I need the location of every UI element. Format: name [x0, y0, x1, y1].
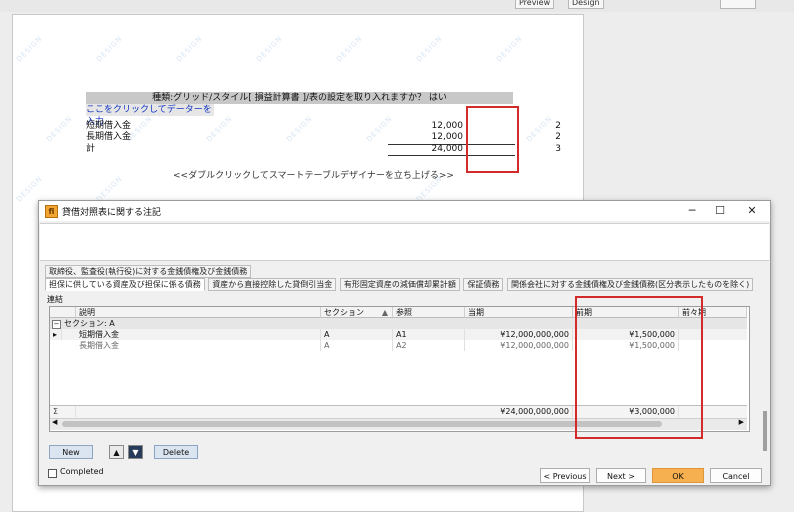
watermark: DESIGN: [255, 34, 284, 64]
highlight-box: [575, 296, 703, 439]
row-label: 長期借入金: [86, 132, 132, 142]
ok-button[interactable]: OK: [652, 468, 704, 483]
collapse-icon[interactable]: −: [52, 320, 61, 329]
close-icon[interactable]: ✕: [739, 203, 765, 219]
watermark: DESIGN: [95, 34, 124, 64]
dialog-title: 貸借対照表に関する注記: [62, 208, 162, 218]
watermark: DESIGN: [15, 34, 44, 64]
cell-section[interactable]: A: [321, 329, 393, 340]
move-down-icon[interactable]: ▼: [128, 445, 143, 459]
scroll-right-icon[interactable]: ▶: [739, 418, 744, 426]
doc-row: 長期借入金 12,000 2: [86, 132, 561, 143]
completed-label: Completed: [60, 467, 104, 476]
delete-button[interactable]: Delete: [154, 445, 198, 459]
tab-row-1: 取締役、監査役(執行役)に対する金銭債権及び金銭債務: [45, 265, 252, 278]
tab-directors-receivables[interactable]: 取締役、監査役(執行役)に対する金銭債権及び金銭債務: [45, 265, 252, 278]
scroll-left-icon[interactable]: ◀: [52, 418, 57, 426]
tab-affiliates[interactable]: 関係会社に対する金銭債権及び金銭債務(区分表示したものを除く): [506, 278, 754, 291]
cell-section[interactable]: A: [321, 340, 393, 351]
watermark: DESIGN: [495, 34, 524, 64]
watermark: DESIGN: [335, 34, 364, 64]
banner-text: 種類:グリッド/スタイル[ 損益計算書 ]/表の設定を取り入れますか？ はい: [152, 93, 447, 103]
group-label: セクション: A: [64, 319, 115, 328]
preview-button[interactable]: Preview: [515, 0, 555, 9]
doc-row: 短期借入金 12,000 2: [86, 121, 561, 132]
scroll-thumb[interactable]: [62, 421, 662, 427]
cancel-button[interactable]: Cancel: [710, 468, 762, 483]
minimize-icon[interactable]: ─: [679, 203, 705, 219]
sort-asc-icon: ▲: [381, 308, 388, 317]
title-bar: fi 貸借対照表に関する注記 ─ ☐ ✕: [39, 201, 770, 221]
highlight-box: [466, 106, 519, 173]
maximize-icon[interactable]: ☐: [707, 203, 733, 219]
column-header-ref[interactable]: 参照: [393, 307, 465, 318]
tab-allowance[interactable]: 資産から直接控除した貸倒引当金: [208, 278, 337, 291]
row-selector-icon: ▸: [50, 329, 62, 340]
note-text-area[interactable]: [40, 223, 769, 261]
zoom-box[interactable]: [720, 0, 756, 9]
watermark: DESIGN: [415, 34, 444, 64]
doc-total-row: 計 24,000 3: [86, 144, 561, 155]
column-header-desc[interactable]: 説明: [76, 307, 321, 318]
next-button[interactable]: Next >: [596, 468, 646, 483]
import-banner[interactable]: 種類:グリッド/スタイル[ 損益計算書 ]/表の設定を取り入れますか？ はい: [86, 92, 513, 104]
top-toolbar: Preview Design: [0, 0, 794, 12]
row-amount: 12,000: [431, 121, 464, 131]
cell-desc[interactable]: 短期借入金: [76, 329, 321, 340]
row-label: 計: [86, 144, 96, 154]
watermark: DESIGN: [175, 34, 204, 64]
column-header-section[interactable]: セクション ▲: [321, 307, 393, 318]
tab-guarantees[interactable]: 保証債務: [463, 278, 504, 291]
row-amount: 12,000: [431, 132, 464, 142]
move-up-icon[interactable]: ▲: [109, 445, 124, 459]
previous-button[interactable]: < Previous: [540, 468, 590, 483]
cell-current[interactable]: ¥12,000,000,000: [465, 340, 573, 351]
app-icon: fi: [45, 205, 58, 218]
row-amount: 24,000: [431, 144, 464, 154]
vertical-scrollbar[interactable]: [763, 411, 767, 451]
cell-desc[interactable]: 長期借入金: [76, 340, 321, 351]
section-header-label: セクション: [324, 308, 364, 317]
row-label: 短期借入金: [86, 121, 132, 131]
new-button[interactable]: New: [49, 445, 93, 459]
grid-corner: [50, 307, 76, 318]
tab-depreciation[interactable]: 有形固定資産の減価償却累計額: [339, 278, 460, 291]
column-header-current[interactable]: 当期: [465, 307, 573, 318]
data-entry-link[interactable]: ここをクリックしてデーターを入力: [86, 104, 214, 127]
sum-current: ¥24,000,000,000: [465, 406, 573, 417]
sigma-icon: Σ: [50, 406, 76, 417]
cell-current[interactable]: ¥12,000,000,000: [465, 329, 573, 340]
cell-ref[interactable]: A1: [393, 329, 465, 340]
consolidated-label: 連結: [47, 295, 63, 304]
design-button[interactable]: Design: [568, 0, 604, 9]
cell-ref[interactable]: A2: [393, 340, 465, 351]
watermark: DESIGN: [45, 114, 74, 144]
tab-row-2: 担保に供している資産及び担保に係る債務 資産から直接控除した貸倒引当金 有形固定…: [45, 278, 754, 291]
completed-checkbox[interactable]: [48, 469, 57, 478]
designer-hint[interactable]: <<ダブルクリックしてスマートテーブルデザイナーを立ち上げる>>: [173, 168, 454, 181]
tab-pledged-assets[interactable]: 担保に供している資産及び担保に係る債務: [45, 278, 205, 291]
